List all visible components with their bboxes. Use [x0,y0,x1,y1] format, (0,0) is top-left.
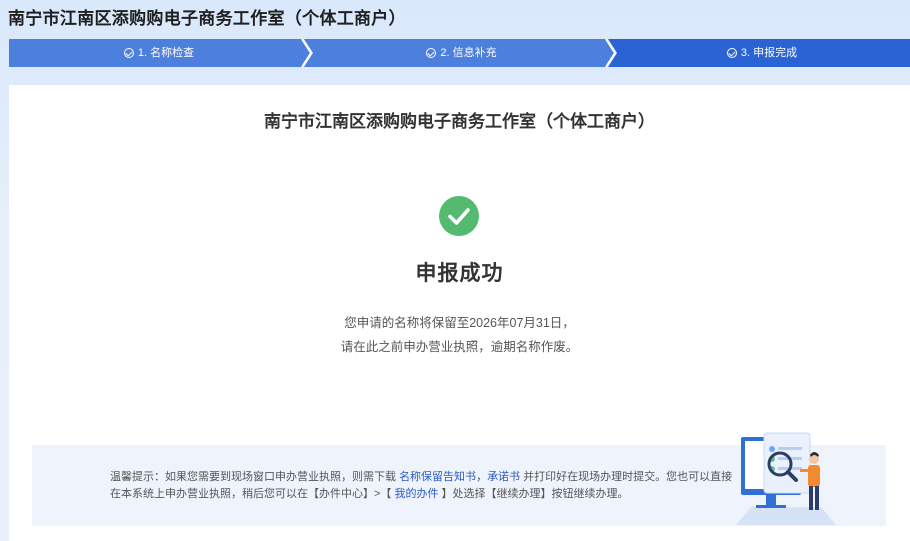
step-3: 3. 申报完成 [614,39,910,67]
promise-letter-link[interactable]: 承诺书 [487,471,520,483]
company-title: 南宁市江南区添购购电子商务工作室（个体工商户） [264,112,655,131]
check-circle-icon [439,196,479,236]
my-cases-link[interactable]: 我的办件 [394,488,438,500]
step-2-label: 2. 信息补充 [440,47,497,59]
step-3-label: 3. 申报完成 [740,47,798,59]
progress-steps: 1. 名称检查 2. 信息补充 3. 申报完成 [9,39,910,67]
step-1-label: 1. 名称检查 [137,47,195,59]
tip-suffix: 】处选择【继续办理】按钮继续办理。 [438,488,629,500]
check-circle-icon [426,48,437,58]
check-circle-icon [123,48,134,58]
license-deadline-message: 请在此之前申办营业执照，逾期名称作废。 [340,340,579,354]
reservation-message: 您申请的名称将保留至2026年07月31日， [344,316,575,330]
tip-text: 温馨提示：如果您需要到现场窗口申办营业执照，则需下载 名称保留告知书，承诺书 并… [110,469,735,503]
tip-box: 温馨提示：如果您需要到现场窗口申办营业执照，则需下载 名称保留告知书，承诺书 并… [32,432,886,526]
result-card: 南宁市江南区添购购电子商务工作室（个体工商户） 申报成功 您申请的名称将保留至2… [9,85,910,541]
name-reservation-notice-link[interactable]: 名称保留告知书 [399,471,476,483]
document-search-illustration [736,432,836,525]
check-circle-icon [726,48,737,58]
tip-prefix: 温馨提示：如果您需要到现场窗口申办营业执照，则需下载 [110,471,400,483]
page-title: 南宁市江南区添购购电子商务工作室（个体工商户） [8,9,406,28]
tip-comma: ， [476,471,488,483]
success-title: 申报成功 [415,262,504,285]
step-1: 1. 名称检查 [9,39,309,67]
step-2: 2. 信息补充 [309,39,614,67]
